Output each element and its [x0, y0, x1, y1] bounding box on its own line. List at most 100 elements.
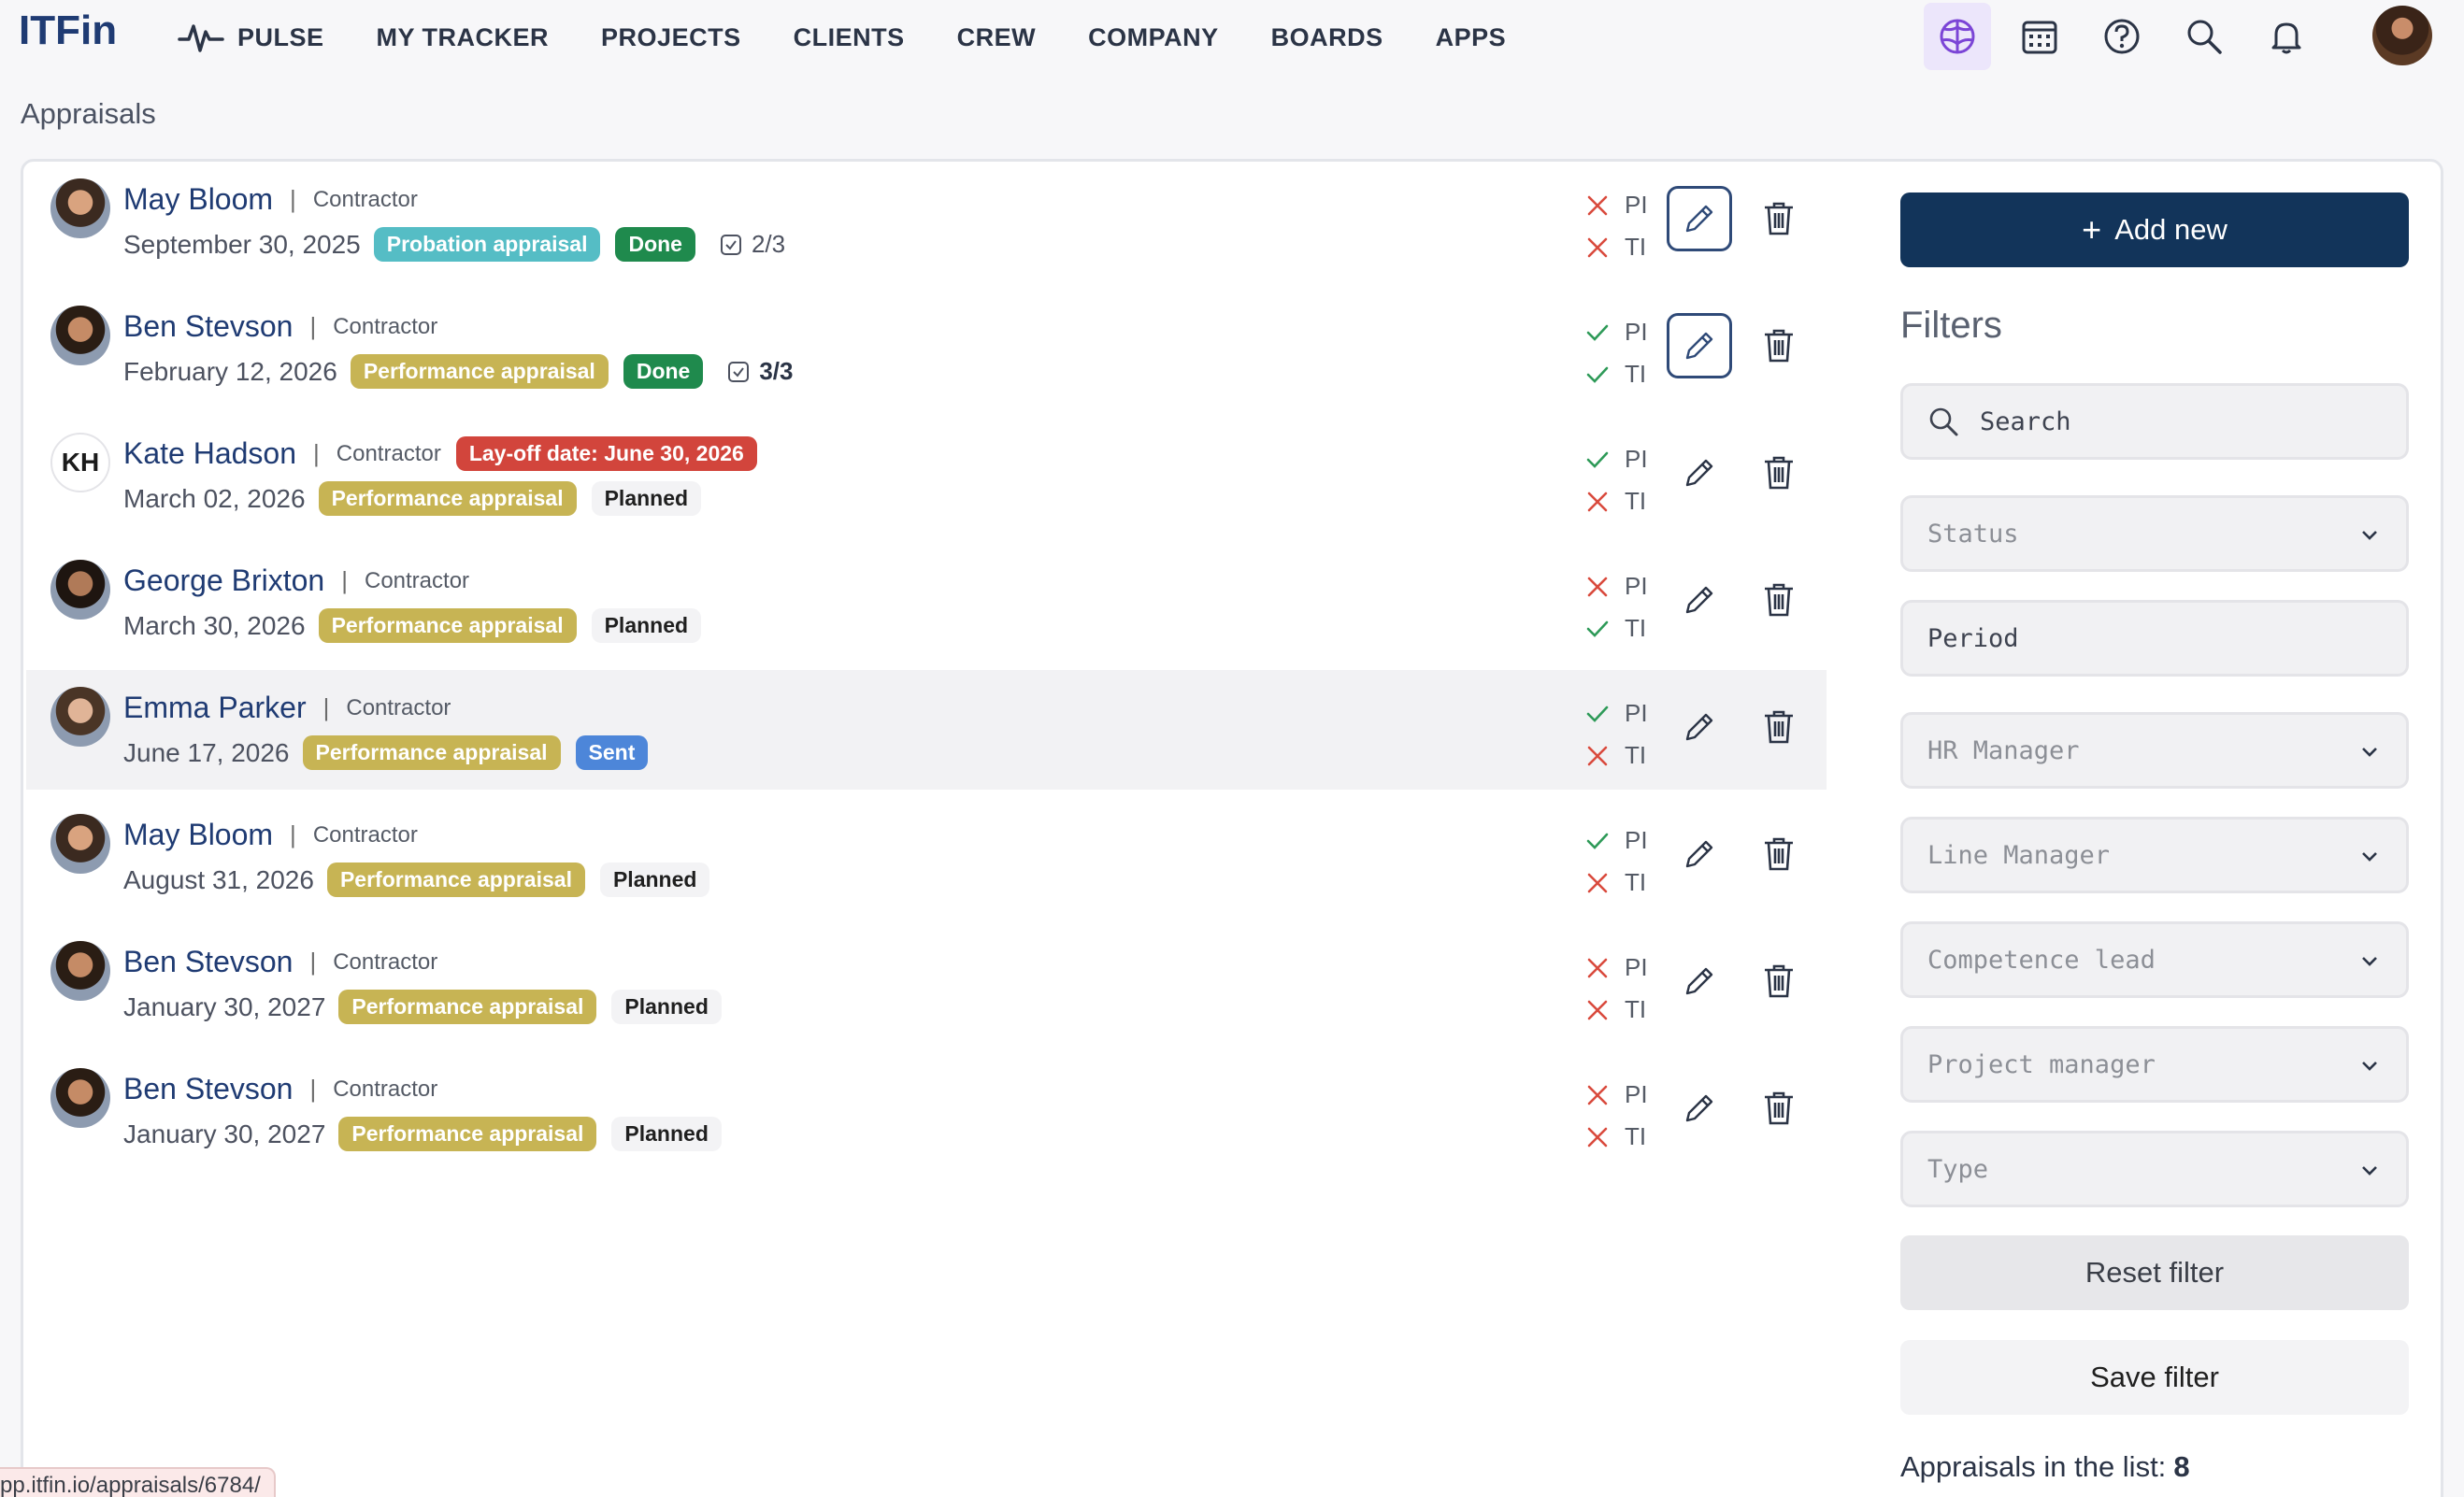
- tasks-counter: 2/3: [720, 230, 785, 259]
- pi-status: PI: [1585, 311, 1669, 353]
- add-new-button[interactable]: + Add new: [1900, 192, 2409, 267]
- appraisals-count-value: 8: [2173, 1450, 2190, 1483]
- cross-icon: [1587, 746, 1608, 765]
- type-select[interactable]: Type: [1900, 1131, 2409, 1207]
- edit-button[interactable]: [1667, 186, 1732, 251]
- appraisal-row[interactable]: Ben Stevson | Contractor February 12, 2026 P…: [26, 289, 1827, 408]
- status-badge: Planned: [591, 481, 702, 516]
- appraisal-type-badge: Performance appraisal: [338, 1117, 597, 1151]
- check-icon: [1586, 833, 1609, 849]
- name-line: Emma Parker | Contractor: [123, 691, 451, 725]
- nav-pulse[interactable]: PULSE: [178, 19, 324, 56]
- appraisal-type-badge: Probation appraisal: [373, 227, 601, 262]
- edit-button[interactable]: [1667, 821, 1732, 887]
- pi-ti-checks: PI TI: [1585, 692, 1669, 777]
- nav-company[interactable]: COMPANY: [1088, 23, 1219, 52]
- calendar-button[interactable]: [2006, 3, 2073, 70]
- avatar[interactable]: [50, 687, 110, 747]
- appraisal-row[interactable]: May Bloom | Contractor September 30, 2025 Pr…: [26, 162, 1827, 281]
- bell-icon: [2271, 22, 2301, 54]
- edit-button[interactable]: [1667, 1076, 1732, 1141]
- appraisal-row[interactable]: Ben Stevson | Contractor January 30, 2027 Pe…: [26, 924, 1827, 1044]
- delete-button[interactable]: [1746, 567, 1812, 633]
- nav-apps[interactable]: APPS: [1436, 23, 1507, 52]
- line-manager-select[interactable]: Line Manager: [1900, 817, 2409, 893]
- search-button[interactable]: [2170, 3, 2238, 70]
- delete-button[interactable]: [1746, 440, 1812, 506]
- status-badge: Planned: [599, 863, 710, 897]
- employee-role: Contractor: [333, 1076, 438, 1102]
- add-new-label: Add new: [2114, 213, 2228, 246]
- ai-assistant-button[interactable]: [1924, 3, 1991, 70]
- hr-manager-select[interactable]: HR Manager: [1900, 712, 2409, 789]
- delete-button[interactable]: [1746, 821, 1812, 887]
- ti-label: TI: [1625, 995, 1647, 1023]
- employee-name[interactable]: Emma Parker: [123, 691, 307, 725]
- avatar[interactable]: [50, 306, 110, 365]
- delete-button[interactable]: [1746, 313, 1812, 378]
- save-filter-button[interactable]: Save filter: [1900, 1340, 2409, 1415]
- user-avatar[interactable]: [2372, 6, 2432, 65]
- avatar[interactable]: [50, 814, 110, 874]
- avatar[interactable]: KH: [50, 433, 110, 492]
- employee-role: Contractor: [364, 567, 470, 593]
- delete-button[interactable]: [1746, 948, 1812, 1014]
- trash-icon: [1765, 202, 1793, 235]
- trash-icon: [1765, 964, 1793, 998]
- name-line: Ben Stevson | Contractor: [123, 1072, 437, 1106]
- employee-name[interactable]: May Bloom: [123, 818, 273, 852]
- employee-role: Contractor: [346, 694, 451, 720]
- competence-lead-select[interactable]: Competence lead: [1900, 921, 2409, 998]
- period-field[interactable]: Period: [1900, 600, 2409, 677]
- pi-label: PI: [1625, 572, 1648, 600]
- avatar[interactable]: [50, 1068, 110, 1128]
- nav-boards[interactable]: BOARDS: [1271, 23, 1383, 52]
- avatar[interactable]: [50, 560, 110, 620]
- status-select[interactable]: Status: [1900, 495, 2409, 572]
- nav-my-tracker[interactable]: MY TRACKER: [377, 23, 550, 52]
- pi-ti-checks: PI TI: [1585, 311, 1669, 395]
- employee-name[interactable]: Kate Hadson: [123, 436, 296, 471]
- app-logo[interactable]: ITFin: [19, 7, 117, 54]
- cross-icon: [1587, 1000, 1608, 1019]
- appraisal-row[interactable]: George Brixton | Contractor March 30, 2026 P…: [26, 543, 1827, 663]
- edit-button[interactable]: [1667, 440, 1732, 506]
- edit-button[interactable]: [1667, 313, 1732, 378]
- status-badge: Planned: [591, 608, 702, 643]
- pencil-icon: [1685, 1094, 1713, 1122]
- edit-button[interactable]: [1667, 567, 1732, 633]
- pi-status: PI: [1585, 184, 1669, 226]
- notifications-button[interactable]: [2253, 3, 2320, 70]
- help-button[interactable]: [2088, 3, 2156, 70]
- project-manager-select[interactable]: Project manager: [1900, 1026, 2409, 1103]
- separator: |: [341, 566, 348, 594]
- avatar[interactable]: [50, 178, 110, 238]
- nav-clients[interactable]: CLIENTS: [794, 23, 905, 52]
- ti-status: TI: [1585, 480, 1669, 522]
- separator: |: [309, 948, 317, 976]
- edit-button[interactable]: [1667, 948, 1732, 1014]
- appraisal-row[interactable]: KH Kate Hadson | Contractor Lay-off date: Ju…: [26, 416, 1827, 535]
- search-input[interactable]: Search: [1900, 383, 2409, 460]
- appraisal-date: January 30, 2027: [123, 1119, 326, 1148]
- employee-name[interactable]: Ben Stevson: [123, 945, 293, 979]
- delete-button[interactable]: [1746, 1076, 1812, 1141]
- nav-projects[interactable]: PROJECTS: [601, 23, 741, 52]
- reset-filter-button[interactable]: Reset filter: [1900, 1235, 2409, 1310]
- appraisal-row[interactable]: Emma Parker | Contractor June 17, 2026 Perfo…: [26, 670, 1827, 790]
- brain-icon: [1940, 19, 1975, 54]
- employee-name[interactable]: George Brixton: [123, 563, 324, 598]
- delete-button[interactable]: [1746, 694, 1812, 760]
- nav-crew[interactable]: CREW: [957, 23, 1037, 52]
- cross-icon: [1587, 958, 1608, 977]
- top-navigation: ITFin PULSE MY TRACKER PROJECTS CLIENTS …: [0, 0, 2464, 75]
- employee-name[interactable]: Ben Stevson: [123, 309, 293, 344]
- appraisal-row[interactable]: Ben Stevson | Contractor January 30, 2027 Pe…: [26, 1051, 1827, 1171]
- appraisal-row[interactable]: May Bloom | Contractor August 31, 2026 Perfo…: [26, 797, 1827, 917]
- edit-button[interactable]: [1667, 694, 1732, 760]
- employee-name[interactable]: Ben Stevson: [123, 1072, 293, 1106]
- employee-name[interactable]: May Bloom: [123, 182, 273, 217]
- check-icon: [1586, 706, 1609, 722]
- avatar[interactable]: [50, 941, 110, 1001]
- delete-button[interactable]: [1746, 186, 1812, 251]
